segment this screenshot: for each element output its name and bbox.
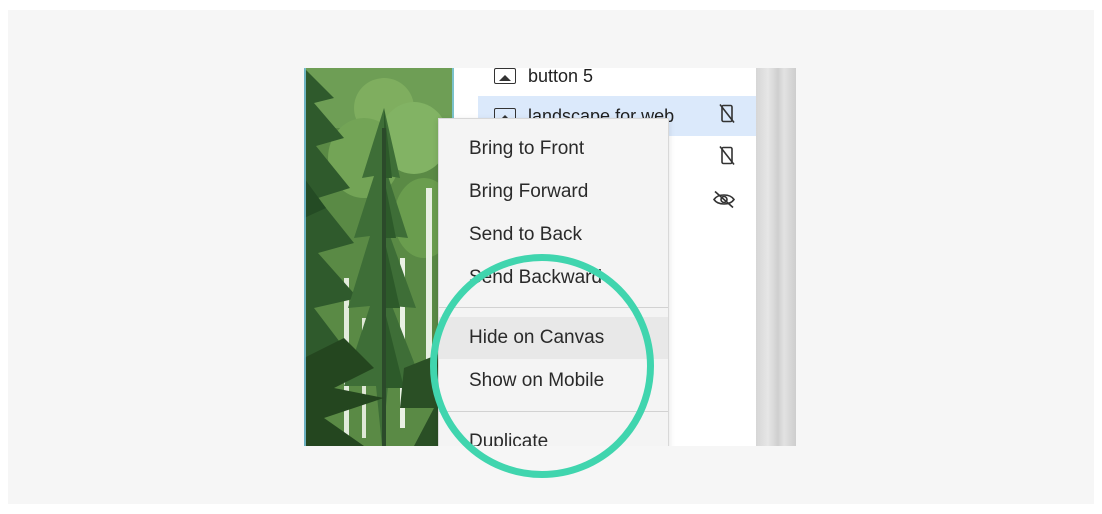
layer-label: button 5 [528, 68, 594, 86]
layer-row-button-5[interactable]: button 5 [478, 68, 756, 96]
menu-item-bring-to-front[interactable]: Bring to Front [439, 128, 668, 170]
menu-separator [439, 307, 668, 308]
mobile-hidden-icon[interactable] [718, 146, 736, 171]
image-layer-icon [494, 68, 516, 84]
mobile-hidden-icon[interactable] [718, 104, 736, 129]
menu-separator [439, 411, 668, 412]
menu-item-bring-forward[interactable]: Bring Forward [439, 171, 668, 213]
menu-item-hide-on-canvas[interactable]: Hide on Canvas [439, 317, 668, 359]
context-menu: Bring to Front Bring Forward Send to Bac… [438, 118, 669, 460]
menu-item-show-on-mobile[interactable]: Show on Mobile [439, 360, 668, 402]
panel-scrollbar[interactable] [756, 68, 796, 446]
viewport-clip [304, 446, 796, 504]
eye-hidden-icon[interactable] [712, 190, 736, 214]
forest-landscape-image [304, 68, 454, 446]
canvas-area[interactable] [304, 68, 454, 446]
menu-item-send-to-back[interactable]: Send to Back [439, 214, 668, 256]
menu-item-send-backward[interactable]: Send Backward [439, 257, 668, 299]
